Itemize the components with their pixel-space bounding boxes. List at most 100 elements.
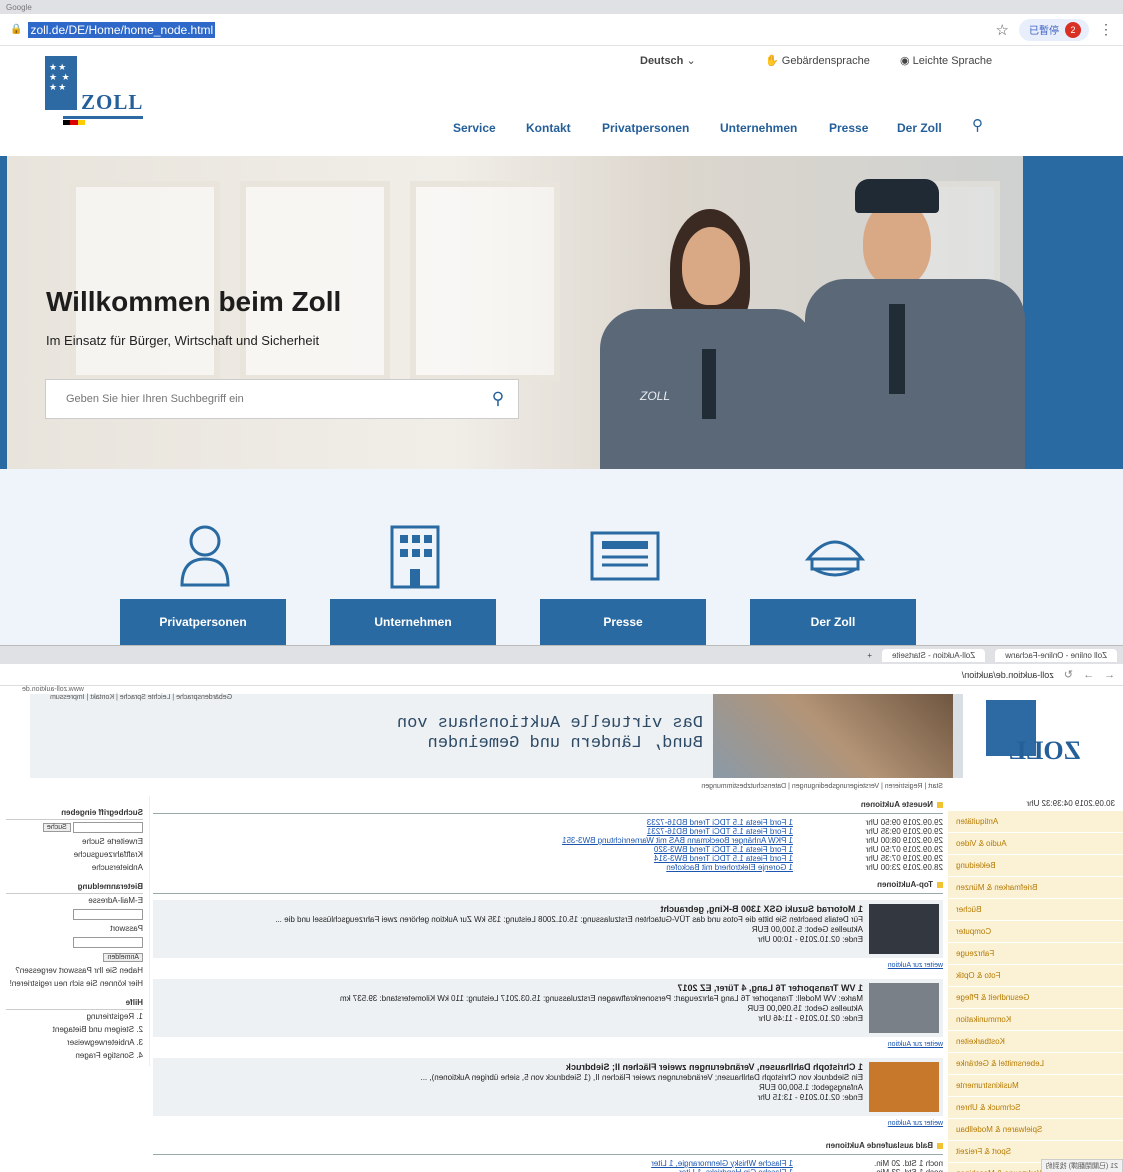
forgot-password-link[interactable]: Haben Sie Ihr Passwort vergessen? [6, 964, 143, 977]
help-link[interactable]: 3. Anbieterwegweiser [6, 1036, 143, 1049]
auction-search-input[interactable] [73, 822, 143, 833]
hero-search-input[interactable] [46, 393, 478, 405]
customs-cap-icon [804, 540, 866, 577]
nav-kontakt[interactable]: Kontakt [526, 121, 571, 135]
table-row: 29.09.2019 08:00 Uhr 1 PKW Anhänger Boeck… [153, 836, 943, 845]
row-link[interactable]: 1 Flasche Gin Hendricks, 1 Liter [679, 1168, 793, 1172]
nav-der-zoll[interactable]: Der Zoll [897, 121, 942, 135]
row-link[interactable]: 1 Ford Fiesta 1.5 TDCi Trend BW3-320 [654, 845, 793, 854]
card-unternehmen[interactable]: Unternehmen [330, 599, 496, 645]
auction-main: Neueste Auktionen 29.09.2019 09:50 Uhr 1 … [153, 796, 943, 1172]
language-select[interactable]: Deutsch ⌄ [640, 54, 696, 67]
more-link[interactable]: weiter zur Auktion [153, 958, 943, 973]
category-item[interactable]: Briefmarken & Münzen [948, 877, 1123, 899]
list-item: 1 VW Transporter T6 Lang, 4 Türer, EZ 20… [153, 979, 943, 1037]
register-link[interactable]: Hier können Sie sich neu registrieren! [6, 977, 143, 990]
background-window [240, 181, 390, 381]
category-item[interactable]: Antiquitäten [948, 811, 1123, 833]
item-thumbnail[interactable] [869, 983, 939, 1033]
url-text[interactable]: zoll.de/DE/Home/home_node.html [28, 21, 216, 38]
top-links[interactable]: Gebärdensprache | Leichte Sprache | Kont… [50, 694, 232, 701]
password-field[interactable] [73, 937, 143, 948]
email-field[interactable] [73, 909, 143, 920]
more-link[interactable]: weiter zur Auktion [153, 1037, 943, 1052]
row-link[interactable]: 1 Flasche Whisky Glenmorangie, 1 Liter [651, 1159, 793, 1168]
row-link[interactable]: 1 Ford Fiesta 1.5 TDCi Trend BD16-7233 [647, 818, 793, 827]
breadcrumb[interactable]: Start | Registrieren | Versteigerungsbed… [701, 783, 943, 790]
item-title[interactable]: 1 VW Transporter T6 Lang, 4 Türer, EZ 20… [677, 983, 863, 993]
table-row: 29.09.2019 09:35 Uhr 1 Ford Fiesta 1.5 TD… [153, 827, 943, 836]
category-item[interactable]: Gesundheit & Pflege [948, 987, 1123, 1009]
row-link[interactable]: 1 PKW Anhänger Boeckmann BAS mit Warnenr… [562, 836, 793, 845]
zoll-logo[interactable]: ★★ ★ ★ ★★ ZOLL [45, 56, 145, 125]
card-presse[interactable]: Presse [540, 599, 706, 645]
row-time: 29.09.2019 09:35 Uhr [865, 827, 943, 836]
item-thumbnail[interactable] [869, 904, 939, 954]
easy-language-link[interactable]: ◉ Leichte Sprache [900, 54, 992, 67]
search-link[interactable]: Anbietersuche [6, 861, 143, 874]
item-title[interactable]: 1 Christoph Dahlhausen, Veränderungen zw… [566, 1062, 863, 1072]
search-button[interactable]: Suche [42, 823, 71, 832]
address-bar[interactable]: ← → ↻ zoll-auktion.de/auktion/ [0, 664, 1123, 686]
nav-privatpersonen[interactable]: Privatpersonen [602, 121, 689, 135]
category-item[interactable]: Musikinstrumente [948, 1075, 1123, 1097]
help-link[interactable]: 4. Sonstige Fragen [6, 1049, 143, 1062]
nav-service[interactable]: Service [453, 121, 496, 135]
category-item[interactable]: Kostbarkeiten [948, 1031, 1123, 1053]
gavel-photo [713, 694, 953, 778]
logo-word: ZOLL [1008, 736, 1081, 765]
help-link[interactable]: 2. Steigern und Bietagent [6, 1023, 143, 1036]
category-item[interactable]: Fahrzeuge [948, 943, 1123, 965]
tab-label[interactable]: Google [6, 3, 32, 12]
card-privatpersonen[interactable]: Privatpersonen [120, 599, 286, 645]
category-item[interactable]: Foto & Optik [948, 965, 1123, 987]
url-text[interactable]: zoll-auktion.de/auktion/ [962, 670, 1054, 680]
section-marker [937, 1142, 943, 1149]
back-icon[interactable]: ← [1104, 669, 1115, 681]
officer-woman-photo: ZOLL [600, 209, 815, 469]
table-row: noch 1 Std. 23 Min. 1 Flasche Gin Hendric… [153, 1168, 943, 1172]
card-der-zoll[interactable]: Der Zoll [750, 599, 916, 645]
search-icon[interactable]: ⚲ [478, 389, 518, 409]
zoll-logo[interactable]: ZOLL [971, 700, 1091, 774]
banner-slogan: Das virtuelle Auktionshaus von Bund, Län… [396, 714, 703, 753]
category-item[interactable]: Bücher [948, 899, 1123, 921]
table-row: 28.09.2019 23:00 Uhr 1 Gorenje Elektroher… [153, 863, 943, 872]
row-link[interactable]: 1 Gorenje Elektroherd mit Backofen [666, 863, 793, 872]
row-link[interactable]: 1 Ford Fiesta 1.5 TDCi Trend BD16-7231 [647, 827, 793, 836]
tab-zoll-auktion[interactable]: Zoll-Auktion - Startseite [882, 648, 986, 662]
profile-paused-button[interactable]: 已暫停 2 [1019, 18, 1089, 41]
forward-icon[interactable]: → [1083, 669, 1094, 681]
bookmark-star-icon[interactable]: ☆ [996, 21, 1009, 39]
search-link[interactable]: Erweiterte Suche [6, 835, 143, 848]
category-item[interactable]: Lebensmittel & Getränke [948, 1053, 1123, 1075]
mirrored-browser-window: Zoll online - Online-Fachanw Zoll-Auktio… [0, 646, 1123, 1172]
row-time: 29.09.2019 07:50 Uhr [865, 845, 943, 854]
address-bar[interactable]: 🔒 zoll.de/DE/Home/home_node.html ☆ 已暫停 2… [0, 14, 1123, 46]
status-bar: 21 (已關閉翻譯) 找到約 [1040, 1159, 1123, 1172]
reload-icon[interactable]: ↻ [1064, 668, 1073, 681]
more-menu-icon[interactable]: ⋮ [1099, 21, 1113, 38]
category-item[interactable]: Audio & Video [948, 833, 1123, 855]
category-item[interactable]: Spielwaren & Modellbau [948, 1119, 1123, 1141]
ending-auctions: noch 1 Std. 20 Min. 1 Flasche Whisky Glen… [153, 1155, 943, 1172]
more-link[interactable]: weiter zur Auktion [153, 1116, 943, 1131]
item-title[interactable]: 1 Motorrad Suzuki GSX 1300 B-King, gebra… [660, 904, 863, 914]
search-icon[interactable]: ⚲ [972, 116, 983, 134]
row-link[interactable]: 1 Ford Fiesta 1.5 TDCi Trend BW3-314 [654, 854, 793, 863]
nav-presse[interactable]: Presse [829, 121, 868, 135]
help-link[interactable]: 1. Registrierung [6, 1010, 143, 1023]
category-item[interactable]: Computer [948, 921, 1123, 943]
category-item[interactable]: Schmuck & Uhren [948, 1097, 1123, 1119]
login-button[interactable]: Anmelden [103, 953, 143, 962]
category-item[interactable]: Kommunikation [948, 1009, 1123, 1031]
tab-zoll-online[interactable]: Zoll online - Online-Fachanw [995, 648, 1117, 662]
section-marker [937, 801, 943, 808]
browser-tab-strip: Zoll online - Online-Fachanw Zoll-Auktio… [0, 646, 1123, 664]
item-thumbnail[interactable] [869, 1062, 939, 1112]
new-tab-icon[interactable]: + [867, 651, 872, 660]
sign-language-link[interactable]: ✋ Gebärdensprache [765, 54, 870, 67]
category-item[interactable]: Bekleidung [948, 855, 1123, 877]
search-link[interactable]: Kraftfahrzeugsuche [6, 848, 143, 861]
nav-unternehmen[interactable]: Unternehmen [720, 121, 797, 135]
